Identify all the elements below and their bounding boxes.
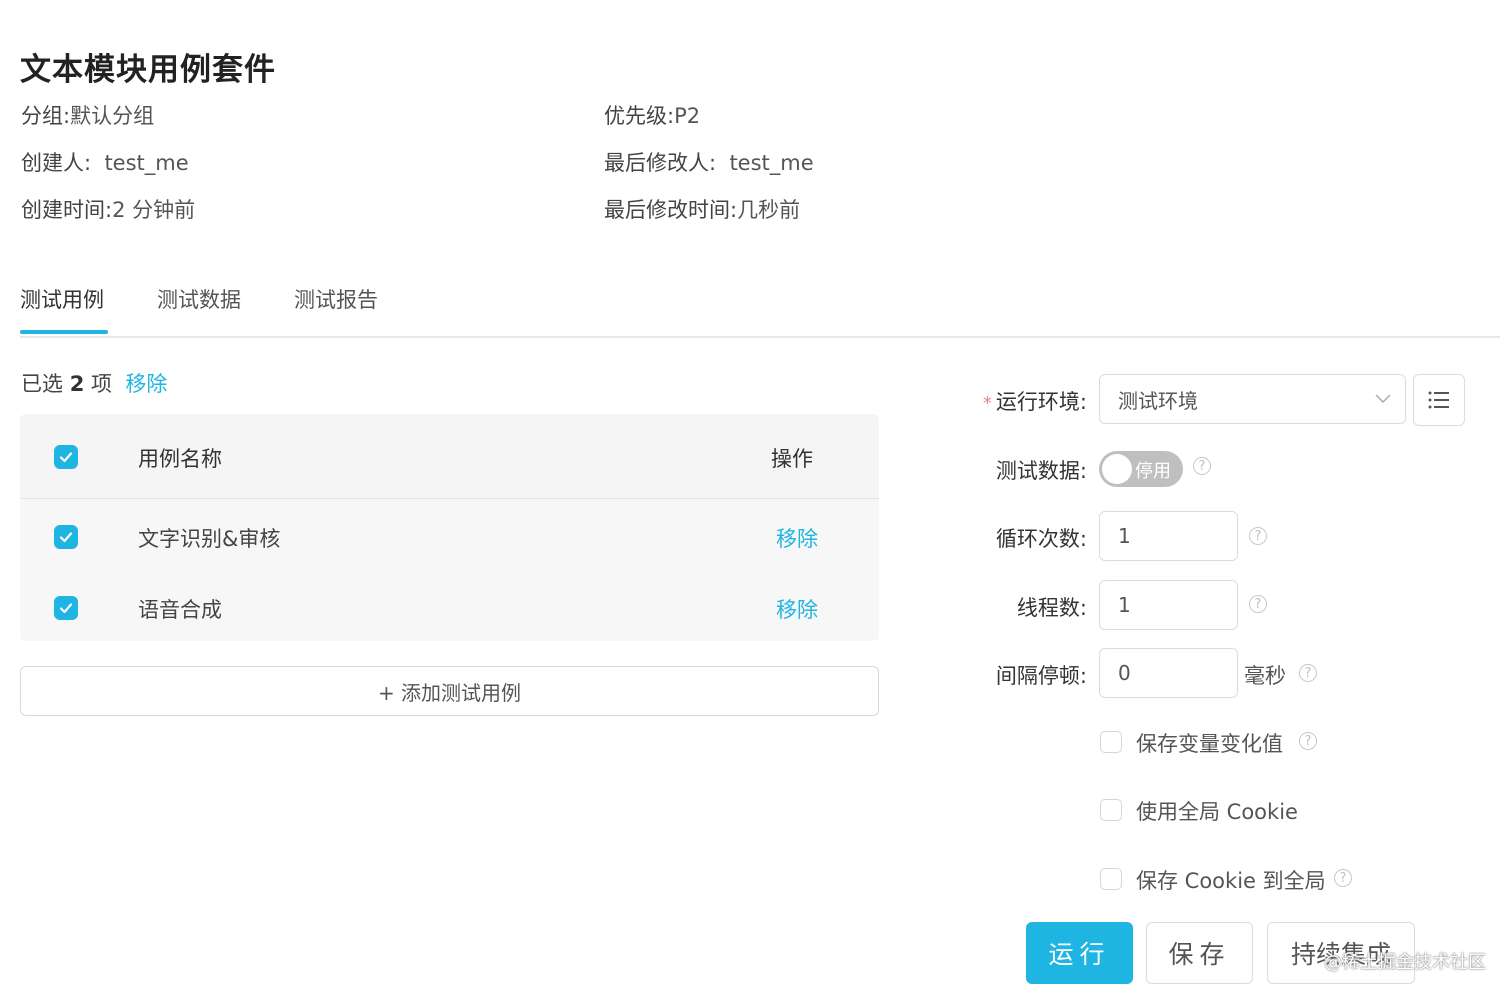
help-icon[interactable]: ? [1299, 664, 1317, 682]
help-icon[interactable]: ? [1193, 457, 1211, 475]
meta-created: 创建时间:2 分钟前 [21, 194, 195, 224]
active-tab-indicator [20, 330, 108, 334]
group-value: 默认分组 [70, 104, 155, 128]
loop-count-label: 循环次数: [995, 527, 1087, 551]
save-cookie-checkbox[interactable] [1100, 868, 1122, 890]
meta-priority: 优先级:P2 [604, 100, 700, 130]
run-button[interactable]: 运行 [1026, 922, 1133, 984]
creator-value: test_me [104, 151, 189, 175]
test-data-label: 测试数据: [995, 459, 1087, 483]
creator-label: 创建人: [21, 151, 92, 175]
global-cookie-label: 使用全局 Cookie [1136, 800, 1298, 824]
case-name: 文字识别&审核 [138, 527, 281, 551]
toggle-knob [1102, 454, 1132, 484]
selection-count: 2 [69, 372, 85, 396]
meta-creator: 创建人: test_me [21, 147, 189, 177]
help-icon[interactable]: ? [1249, 527, 1267, 545]
tab-test-report[interactable]: 测试报告 [294, 284, 378, 314]
priority-label: 优先级: [604, 104, 675, 128]
tab-test-data[interactable]: 测试数据 [157, 284, 241, 314]
list-icon [1428, 391, 1449, 409]
env-select[interactable]: 测试环境 [1099, 374, 1406, 424]
created-label: 创建时间: [21, 198, 113, 222]
meta-modified: 最后修改时间:几秒前 [604, 194, 800, 224]
env-select-value: 测试环境 [1118, 388, 1198, 413]
check-icon [59, 452, 73, 463]
created-value: 2 分钟前 [112, 198, 196, 222]
env-list-button[interactable] [1413, 374, 1465, 426]
thread-count-label: 线程数: [1016, 596, 1087, 620]
modifier-value: test_me [729, 151, 814, 175]
env-label: * 运行环境: [982, 390, 1087, 414]
loop-count-input[interactable]: 1 [1099, 511, 1238, 561]
required-mark: * [982, 393, 992, 414]
select-all-checkbox[interactable] [54, 445, 78, 469]
group-label: 分组: [21, 104, 71, 128]
interval-unit: 毫秒 [1244, 664, 1286, 688]
tab-bar: 测试用例 测试数据 测试报告 [20, 270, 1500, 338]
table-header: 用例名称 操作 [20, 414, 879, 499]
save-button[interactable]: 保存 [1146, 922, 1253, 984]
add-test-case-button[interactable]: + 添加测试用例 [20, 666, 879, 716]
remove-selected-link[interactable]: 移除 [125, 372, 167, 396]
selection-prefix: 已选 [21, 372, 63, 396]
save-var-checkbox[interactable] [1100, 731, 1122, 753]
interval-value: 0 [1118, 661, 1131, 685]
remove-row-link[interactable]: 移除 [776, 594, 818, 624]
modified-value: 几秒前 [737, 198, 801, 222]
toggle-text: 停用 [1135, 461, 1171, 482]
chevron-down-icon [1375, 394, 1391, 404]
save-cookie-label: 保存 Cookie 到全局 [1136, 869, 1326, 893]
page-title: 文本模块用例套件 [20, 52, 276, 88]
check-icon [59, 603, 73, 614]
remove-row-link[interactable]: 移除 [776, 523, 818, 553]
interval-input[interactable]: 0 [1099, 648, 1238, 698]
row-checkbox[interactable] [54, 525, 78, 549]
watermark: @稀土掘金技术社区 [1324, 952, 1486, 973]
test-data-toggle[interactable]: 停用 [1099, 451, 1183, 487]
interval-label: 间隔停顿: [995, 664, 1087, 688]
table-row: 语音合成 移除 [20, 572, 879, 641]
meta-group: 分组:默认分组 [21, 100, 154, 130]
priority-value: P2 [674, 104, 701, 128]
column-header-name: 用例名称 [138, 447, 222, 471]
case-name: 语音合成 [138, 598, 222, 622]
selection-suffix: 项 [91, 372, 112, 396]
modifier-label: 最后修改人: [604, 151, 717, 175]
help-icon[interactable]: ? [1299, 732, 1317, 750]
help-icon[interactable]: ? [1334, 869, 1352, 887]
selection-info: 已选 2 项 移除 [21, 368, 167, 398]
thread-count-value: 1 [1118, 593, 1131, 617]
table-row: 文字识别&审核 移除 [20, 502, 879, 572]
test-case-table: 用例名称 操作 文字识别&审核 移除 语音合成 移除 [20, 414, 879, 641]
meta-modifier: 最后修改人: test_me [604, 147, 814, 177]
tab-test-cases[interactable]: 测试用例 [20, 284, 104, 314]
loop-count-value: 1 [1118, 524, 1131, 548]
column-header-operation: 操作 [771, 447, 813, 471]
global-cookie-checkbox[interactable] [1100, 799, 1122, 821]
save-var-label: 保存变量变化值 [1136, 732, 1283, 756]
help-icon[interactable]: ? [1249, 595, 1267, 613]
thread-count-input[interactable]: 1 [1099, 580, 1238, 630]
add-test-case-label: + 添加测试用例 [377, 680, 522, 705]
modified-label: 最后修改时间: [604, 198, 738, 222]
row-checkbox[interactable] [54, 596, 78, 620]
check-icon [59, 532, 73, 543]
